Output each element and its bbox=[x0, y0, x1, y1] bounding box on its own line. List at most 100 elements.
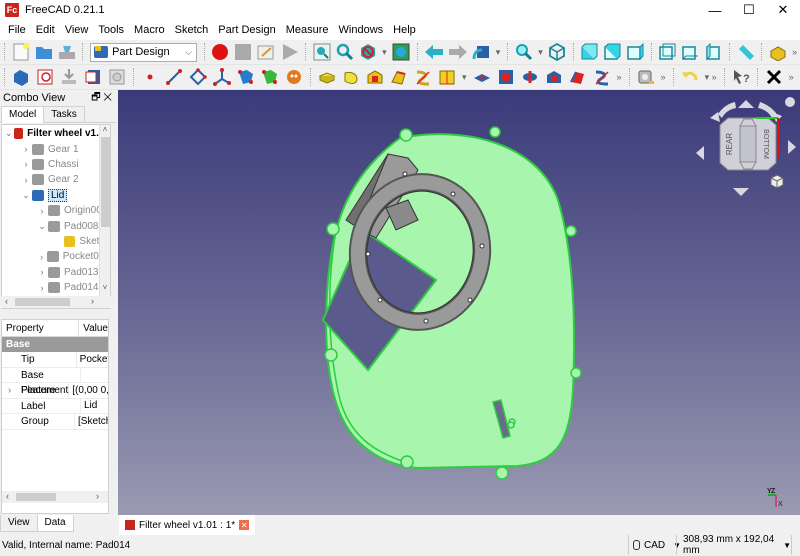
chevron-down-icon[interactable]: ⌄ bbox=[20, 190, 32, 201]
navigation-style-selector[interactable]: CAD ▼ bbox=[628, 535, 681, 555]
menu-edit[interactable]: Edit bbox=[31, 20, 60, 40]
view-left-icon[interactable] bbox=[704, 42, 723, 62]
property-row[interactable]: Label Lid bbox=[2, 398, 108, 414]
navigation-cube[interactable]: REAR BOTTOM bbox=[690, 90, 800, 200]
attach-sketch-icon[interactable] bbox=[83, 67, 103, 87]
measure-ruler-icon[interactable] bbox=[736, 42, 755, 62]
menu-sketch[interactable]: Sketch bbox=[170, 20, 214, 40]
whats-this-icon[interactable]: ? bbox=[731, 67, 751, 87]
shape-binder-icon[interactable] bbox=[236, 67, 256, 87]
property-row[interactable]: › Placement[(0,00 0,00 bbox=[2, 383, 108, 399]
datum-line-icon[interactable] bbox=[164, 67, 184, 87]
tab-data[interactable]: Data bbox=[36, 515, 74, 532]
property-value[interactable]: [Sketch bbox=[75, 414, 108, 429]
datum-point-icon[interactable] bbox=[140, 67, 160, 87]
save-file-icon[interactable] bbox=[57, 42, 76, 62]
property-value[interactable]: Pocket bbox=[77, 352, 108, 367]
tree-item[interactable]: Sketch bbox=[2, 234, 110, 249]
tab-view[interactable]: View bbox=[0, 515, 38, 532]
revolution-icon[interactable] bbox=[341, 67, 361, 87]
macro-stop-icon[interactable] bbox=[234, 42, 253, 62]
chevron-right-icon[interactable]: › bbox=[20, 159, 32, 169]
close-window-button[interactable]: ✕ bbox=[766, 0, 800, 20]
view-rear-icon[interactable] bbox=[658, 42, 677, 62]
menu-measure[interactable]: Measure bbox=[281, 20, 334, 40]
chevron-right-icon[interactable]: › bbox=[36, 252, 47, 262]
chevron-right-icon[interactable]: › bbox=[20, 144, 32, 154]
macro-run-icon[interactable] bbox=[280, 42, 299, 62]
draw-style-icon[interactable] bbox=[358, 42, 377, 62]
navcube-face-bottom[interactable]: BOTTOM bbox=[762, 129, 769, 159]
menu-help[interactable]: Help bbox=[388, 20, 421, 40]
property-row[interactable]: Group [Sketch bbox=[2, 414, 108, 430]
close-x-icon[interactable] bbox=[764, 67, 784, 87]
view-front-icon[interactable] bbox=[580, 42, 599, 62]
open-file-icon[interactable] bbox=[34, 42, 53, 62]
chevron-right-icon[interactable]: › bbox=[36, 283, 48, 293]
tree-item[interactable]: › Pad014 bbox=[2, 280, 110, 295]
maximize-button[interactable]: ☐ bbox=[732, 0, 766, 20]
props-horizontal-scrollbar[interactable]: ‹ › bbox=[2, 491, 108, 503]
tree-item[interactable]: › Pocket001 bbox=[2, 249, 110, 264]
menu-view[interactable]: View bbox=[60, 20, 94, 40]
subshape-binder-icon[interactable] bbox=[260, 67, 280, 87]
macro-record-icon[interactable] bbox=[211, 42, 230, 62]
additive-helix-icon[interactable] bbox=[413, 67, 433, 87]
chevron-right-icon[interactable]: › bbox=[20, 175, 32, 185]
additive-pipe-icon[interactable] bbox=[389, 67, 409, 87]
macro-edit-icon[interactable] bbox=[257, 42, 276, 62]
view-top-icon[interactable] bbox=[603, 42, 622, 62]
additive-box-icon[interactable] bbox=[437, 67, 457, 87]
tab-tasks[interactable]: Tasks bbox=[43, 106, 85, 122]
navcube-face-rear[interactable]: REAR bbox=[725, 133, 734, 155]
view-right-icon[interactable] bbox=[626, 42, 645, 62]
chevron-right-icon[interactable]: › bbox=[8, 383, 11, 398]
dropdown-arrow-icon[interactable]: ▾ bbox=[382, 47, 387, 58]
zoom-icon[interactable] bbox=[514, 42, 533, 62]
menu-file[interactable]: File bbox=[3, 20, 31, 40]
dimensions-display[interactable]: 308,93 mm x 192,04 mm ▼ bbox=[676, 534, 792, 556]
bounding-box-icon[interactable] bbox=[392, 42, 411, 62]
menu-windows[interactable]: Windows bbox=[334, 20, 389, 40]
property-value[interactable]: [(0,00 0,00 bbox=[69, 383, 108, 398]
subtractive-loft-icon[interactable] bbox=[544, 67, 564, 87]
minimize-button[interactable]: — bbox=[698, 0, 732, 20]
document-tab[interactable]: Filter wheel v1.01 : 1* ✕ bbox=[119, 515, 256, 535]
tree-horizontal-scrollbar[interactable]: ‹ › bbox=[1, 296, 111, 308]
validate-sketch-icon[interactable] bbox=[59, 67, 79, 87]
pad-icon[interactable] bbox=[317, 67, 337, 87]
3d-viewport[interactable]: REAR BOTTOM Y Z X bbox=[118, 90, 800, 515]
datum-plane-icon[interactable] bbox=[188, 67, 208, 87]
undo-icon[interactable] bbox=[680, 67, 700, 87]
forward-arrow-icon[interactable] bbox=[448, 42, 468, 62]
menu-part-design[interactable]: Part Design bbox=[213, 20, 280, 40]
create-sketch-icon[interactable] bbox=[35, 67, 55, 87]
chevron-down-icon[interactable]: ⌄ bbox=[4, 128, 14, 139]
chevron-right-icon[interactable]: › bbox=[36, 206, 48, 216]
tree-item[interactable]: ⌄ Pad008 bbox=[2, 218, 110, 233]
new-file-icon[interactable] bbox=[11, 42, 30, 62]
tab-model[interactable]: Model bbox=[1, 106, 45, 123]
pocket-icon[interactable] bbox=[472, 67, 492, 87]
tree-vertical-scrollbar[interactable]: ˄ ˅ bbox=[99, 125, 110, 308]
measure-tape-icon[interactable] bbox=[636, 67, 656, 87]
menu-macro[interactable]: Macro bbox=[129, 20, 170, 40]
workbench-selector[interactable]: Part Design ⌵ bbox=[90, 42, 197, 62]
groove-icon[interactable] bbox=[520, 67, 540, 87]
tree-item[interactable]: ⌄ Lid bbox=[2, 188, 110, 203]
chevron-down-icon[interactable]: ⌄ bbox=[36, 221, 48, 232]
close-tab-icon[interactable]: ✕ bbox=[239, 520, 250, 530]
subtractive-pipe-icon[interactable] bbox=[568, 67, 588, 87]
fit-all-icon[interactable] bbox=[312, 42, 331, 62]
tree-item[interactable]: ⌄ Filter wheel v1.01 bbox=[2, 126, 110, 141]
subtractive-helix-icon[interactable] bbox=[592, 67, 612, 87]
tree-item[interactable]: › Origin001 bbox=[2, 203, 110, 218]
additive-loft-icon[interactable] bbox=[365, 67, 385, 87]
fit-selection-icon[interactable] bbox=[335, 42, 354, 62]
coordinate-system-icon[interactable] bbox=[212, 67, 232, 87]
view-isometric-icon[interactable] bbox=[548, 42, 567, 62]
chevron-right-icon[interactable]: › bbox=[36, 267, 48, 277]
body-icon[interactable] bbox=[11, 67, 31, 87]
menu-tools[interactable]: Tools bbox=[93, 20, 129, 40]
tree-item[interactable]: › Pad013 bbox=[2, 265, 110, 280]
